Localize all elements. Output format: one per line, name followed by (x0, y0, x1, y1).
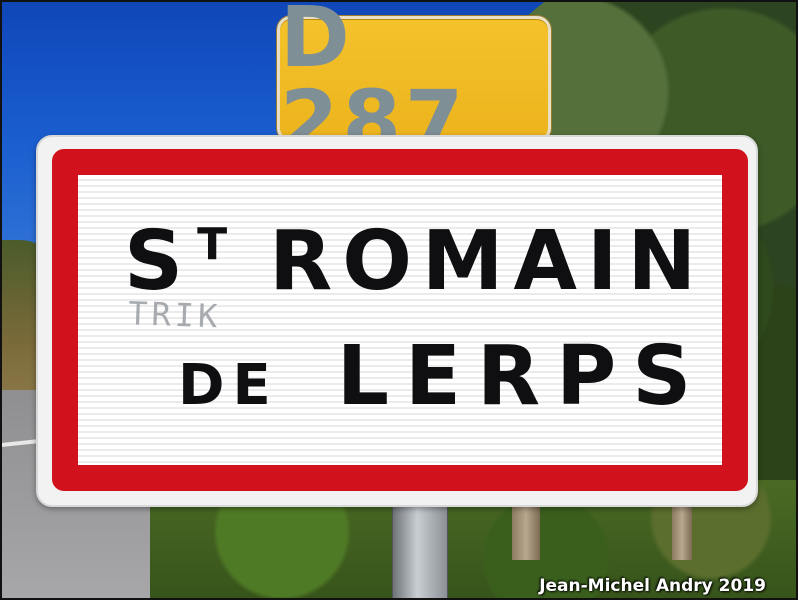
photo-scene: D 287 ST ROMAIN TRIK DE LERPS Jean-Michel … (0, 0, 798, 600)
route-number-plate: D 287 (277, 0, 551, 163)
sign-line-1: ST ROMAIN (124, 217, 724, 307)
town-name-particle: DE (178, 353, 279, 418)
town-name-part-1: ROMAIN (269, 214, 707, 309)
town-name-part-2: LERPS (336, 329, 708, 424)
sign-line-2: DE LERPS (178, 327, 738, 427)
town-entry-sign: ST ROMAIN TRIK DE LERPS (36, 135, 758, 507)
saint-superscript: T (197, 219, 230, 270)
photo-credit: Jean-Michel Andry 2019 (539, 576, 766, 596)
